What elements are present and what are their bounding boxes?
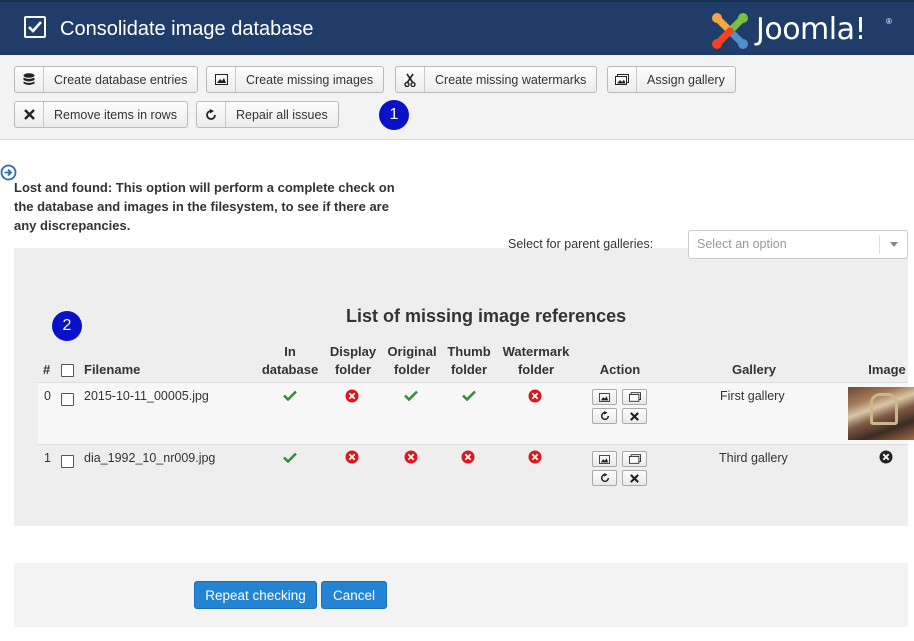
col-in-database: In database (261, 344, 319, 377)
row-num: 1 (44, 451, 51, 465)
select-all-checkbox[interactable] (61, 364, 74, 377)
close-icon (15, 102, 44, 127)
cancel-button[interactable]: Cancel (321, 581, 387, 609)
col-display-folder: Display folder (329, 344, 377, 377)
refresh-icon (600, 473, 609, 483)
database-icon (15, 67, 44, 92)
check-icon (404, 390, 418, 401)
image-thumbnail[interactable] (848, 387, 914, 440)
col-gallery: Gallery (731, 362, 777, 377)
create-missing-watermarks-button[interactable]: Create missing watermarks (395, 66, 598, 93)
image-icon (207, 67, 236, 92)
create-database-entries-button[interactable]: Create database entries (14, 66, 199, 93)
repeat-checking-button[interactable]: Repeat checking (194, 581, 317, 609)
col-action: Action (599, 362, 641, 377)
error-icon (461, 450, 475, 464)
error-icon (528, 450, 542, 464)
image-icon (599, 392, 610, 402)
step-marker-2: 2 (52, 311, 82, 341)
assign-gallery-row-button[interactable] (622, 389, 647, 405)
gallery-icon (628, 392, 641, 402)
scissors-icon (396, 67, 425, 92)
remove-row-button[interactable] (622, 470, 647, 486)
col-num: # (43, 362, 51, 377)
row-filename: 2015-10-11_00005.jpg (84, 389, 209, 403)
create-image-button[interactable] (592, 389, 617, 405)
gallery-icon (628, 454, 641, 464)
remove-items-in-rows-button[interactable]: Remove items in rows (14, 101, 188, 128)
step-marker-1: 1 (379, 100, 409, 130)
check-icon (283, 390, 297, 401)
joomla-logo-icon (712, 13, 748, 49)
row-gallery: First gallery (720, 389, 785, 403)
gallery-icon (608, 67, 637, 92)
assign-gallery-row-button[interactable] (622, 451, 647, 467)
col-watermark-folder: Watermark folder (502, 344, 570, 377)
row-num: 0 (44, 389, 51, 403)
row-checkbox[interactable] (61, 455, 74, 468)
error-icon (345, 450, 359, 464)
check-icon (462, 390, 476, 401)
col-filename: Filename (84, 362, 141, 377)
admin-header: Consolidate image database Joomla! ® (0, 0, 914, 55)
toolbar: Create database entries Create missing i… (0, 55, 914, 140)
create-image-button[interactable] (592, 451, 617, 467)
error-icon (404, 450, 418, 464)
repair-row-button[interactable] (592, 408, 617, 424)
chevron-down-icon (879, 235, 907, 254)
repair-row-button[interactable] (592, 470, 617, 486)
row-gallery: Third gallery (719, 451, 788, 465)
registered-mark: ® (886, 17, 892, 26)
page-title: Consolidate image database (60, 18, 314, 40)
repair-all-issues-button[interactable]: Repair all issues (196, 101, 339, 128)
joomla-wordmark: Joomla! (756, 12, 867, 47)
col-original-folder: Original folder (387, 344, 437, 377)
error-icon (345, 389, 359, 403)
image-missing-icon (879, 450, 893, 464)
refresh-icon (197, 102, 226, 127)
col-thumb-folder: Thumb folder (447, 344, 491, 377)
error-icon (528, 389, 542, 403)
create-missing-images-button[interactable]: Create missing images (206, 66, 385, 93)
row-checkbox[interactable] (61, 393, 74, 406)
col-image: Image (868, 362, 906, 377)
remove-row-button[interactable] (622, 408, 647, 424)
check-icon (283, 452, 297, 463)
close-icon (630, 473, 639, 483)
checkbox-checked-icon (24, 16, 46, 38)
assign-gallery-button[interactable]: Assign gallery (607, 66, 736, 93)
close-icon (630, 411, 639, 421)
info-text: Lost and found: This option will perform… (14, 180, 395, 233)
list-title: List of missing image references (346, 306, 627, 326)
parent-galleries-select[interactable]: Select an option (688, 230, 908, 259)
image-icon (599, 454, 610, 464)
parent-galleries-label: Select for parent galleries: (508, 237, 654, 251)
select-placeholder: Select an option (697, 237, 787, 251)
row-filename: dia_1992_10_nr009.jpg (84, 451, 216, 465)
joomla-logo: Joomla! ® (710, 11, 900, 51)
form-footer (14, 563, 908, 627)
refresh-icon (600, 411, 609, 421)
